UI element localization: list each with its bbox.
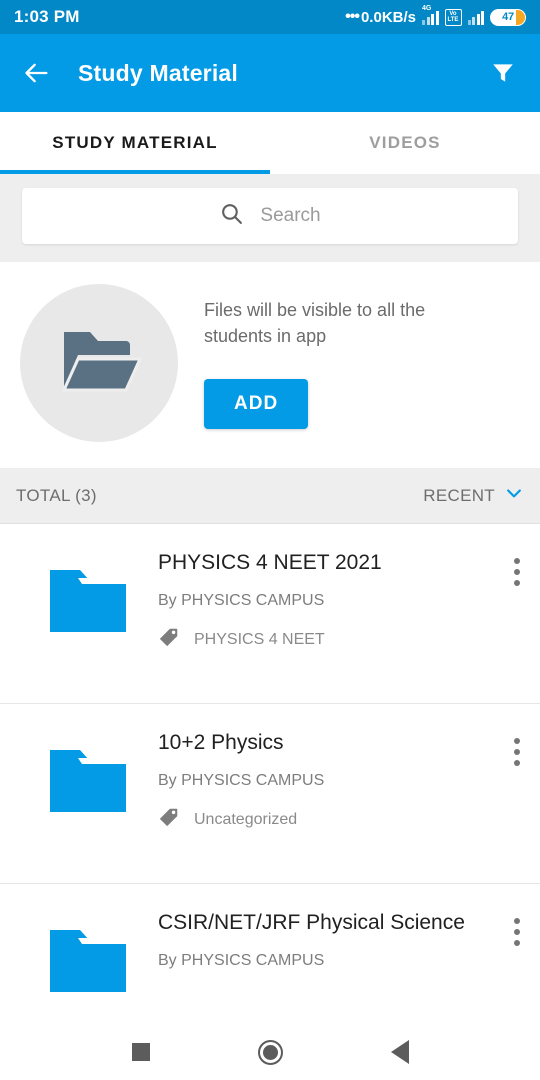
- speed-value: 0.0KB/s: [360, 8, 416, 26]
- search-placeholder: Search: [260, 205, 321, 226]
- tab-videos[interactable]: VIDEOS: [270, 112, 540, 174]
- more-vertical-icon[interactable]: [514, 918, 520, 946]
- item-tag-label: Uncategorized: [194, 810, 298, 828]
- table-row[interactable]: CSIR/NET/JRF Physical Science By PHYSICS…: [0, 884, 540, 1024]
- app-screen: 1:03 PM ••• 0.0KB/s 4G Vo LTE 47 Study M…: [0, 0, 540, 1080]
- tab-bar: STUDY MATERIAL VIDEOS: [0, 112, 540, 174]
- speed-dots: •••: [345, 8, 360, 25]
- more-vertical-icon[interactable]: [514, 738, 520, 766]
- folder-icon: [18, 910, 158, 1000]
- page-title: Study Material: [78, 59, 239, 86]
- material-list: PHYSICS 4 NEET 2021 By PHYSICS CAMPUS PH…: [0, 524, 540, 1024]
- square-recents-icon[interactable]: [131, 1043, 150, 1061]
- promo-section: Files will be visible to all the student…: [0, 262, 540, 468]
- item-title: CSIR/NET/JRF Physical Science: [158, 911, 465, 934]
- tag-icon: [158, 626, 180, 653]
- chevron-down-icon: [504, 483, 524, 508]
- circle-home-icon[interactable]: [257, 1039, 283, 1065]
- search-icon: [219, 201, 244, 231]
- tab-study-material-label: STUDY MATERIAL: [52, 133, 218, 152]
- open-folder-icon: [56, 322, 143, 405]
- status-time: 1:03 PM: [14, 7, 80, 26]
- item-tag-label: PHYSICS 4 NEET: [194, 630, 325, 648]
- android-nav-bar: [0, 1024, 540, 1080]
- signal-bars-2-icon: [467, 9, 484, 25]
- row-content: 10+2 Physics By PHYSICS CAMPUS Uncategor…: [158, 730, 522, 833]
- add-button[interactable]: ADD: [204, 379, 309, 430]
- status-bar: 1:03 PM ••• 0.0KB/s 4G Vo LTE 47: [0, 0, 540, 34]
- folder-icon: [18, 730, 158, 820]
- search-section: Search: [0, 174, 540, 262]
- sort-label: RECENT: [423, 485, 495, 505]
- battery-icon: 47: [490, 8, 526, 26]
- list-header: TOTAL (3) RECENT: [0, 468, 540, 524]
- promo-text: Files will be visible to all the student…: [204, 299, 426, 346]
- promo-content: Files will be visible to all the student…: [204, 297, 520, 430]
- volte-icon: Vo LTE: [444, 8, 462, 26]
- network-speed: ••• 0.0KB/s: [345, 8, 416, 26]
- item-title: PHYSICS 4 NEET 2021: [158, 551, 382, 574]
- promo-avatar: [20, 284, 178, 442]
- battery-percent: 47: [502, 11, 514, 23]
- back-arrow-icon[interactable]: [20, 56, 54, 90]
- folder-icon: [18, 550, 158, 640]
- app-bar: Study Material: [0, 34, 540, 112]
- item-author: By PHYSICS CAMPUS: [158, 952, 325, 970]
- row-content: CSIR/NET/JRF Physical Science By PHYSICS…: [158, 910, 522, 970]
- search-input[interactable]: Search: [22, 188, 518, 244]
- signal-sim1-icon: 4G: [422, 5, 439, 25]
- item-tag: PHYSICS 4 NEET: [158, 626, 484, 653]
- table-row[interactable]: 10+2 Physics By PHYSICS CAMPUS Uncategor…: [0, 704, 540, 884]
- filter-funnel-icon[interactable]: [486, 56, 520, 90]
- tab-study-material[interactable]: STUDY MATERIAL: [0, 112, 270, 174]
- network-type-label: 4G: [422, 5, 432, 12]
- table-row[interactable]: PHYSICS 4 NEET 2021 By PHYSICS CAMPUS PH…: [0, 524, 540, 704]
- item-author: By PHYSICS CAMPUS: [158, 772, 325, 790]
- item-title: 10+2 Physics: [158, 731, 284, 754]
- total-count-label: TOTAL (3): [16, 485, 97, 505]
- status-icons: ••• 0.0KB/s 4G Vo LTE 47: [345, 5, 526, 26]
- item-author: By PHYSICS CAMPUS: [158, 592, 325, 610]
- item-tag: Uncategorized: [158, 806, 484, 833]
- more-vertical-icon[interactable]: [514, 558, 520, 586]
- tab-videos-label: VIDEOS: [369, 133, 441, 152]
- sort-selector[interactable]: RECENT: [423, 483, 524, 508]
- tag-icon: [158, 806, 180, 833]
- triangle-back-icon[interactable]: [390, 1040, 409, 1064]
- row-content: PHYSICS 4 NEET 2021 By PHYSICS CAMPUS PH…: [158, 550, 522, 653]
